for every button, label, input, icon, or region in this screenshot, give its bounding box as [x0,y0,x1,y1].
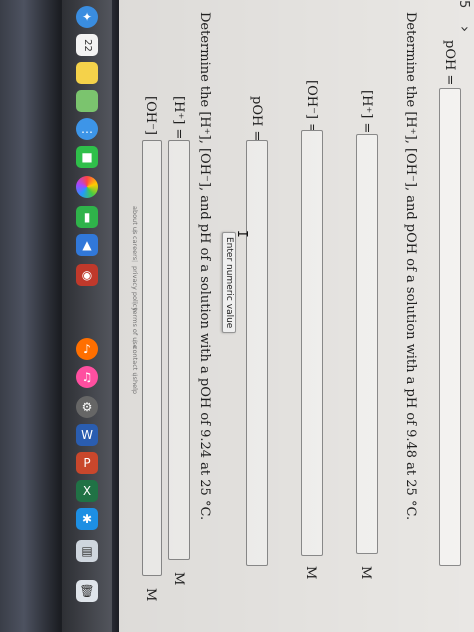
q1-h-unit: M [358,566,373,580]
music-icon[interactable]: ♫ [76,366,98,388]
q1-h-label: [H⁺] = [359,90,374,134]
question-number: 5 [456,0,471,9]
keynote-icon[interactable]: ▲ [76,234,98,256]
safari-icon[interactable]: ✦ [76,6,98,28]
notes-icon[interactable] [76,62,98,84]
q1-prompt: Determine the [H⁺], [OH⁻], and pOH of a … [403,12,418,521]
question-nav: 5 › [454,0,474,60]
itunes-icon[interactable]: ♪ [76,338,98,360]
preview-icon[interactable]: ▤ [76,540,98,562]
assignment-page: 5 › pOH = Determine the [H⁺], [OH⁻], and… [119,0,474,632]
messages-icon[interactable]: … [76,118,98,140]
q1-oh-input[interactable] [301,130,323,556]
q2-oh-unit: M [143,588,158,602]
next-question-chevron-icon[interactable]: › [456,26,474,32]
q2-h-input[interactable] [168,140,190,560]
q1-poh2-input[interactable] [246,140,268,566]
footer-help[interactable]: help [131,380,139,394]
q1-poh-input[interactable] [439,88,461,566]
q2-prompt: Determine the [H⁺], [OH⁻], and pH of a s… [197,12,212,521]
word-icon[interactable]: W [76,424,98,446]
text-cursor-ibeam-icon: I [234,230,249,238]
facetime-icon[interactable]: ■ [76,146,98,168]
numbers-icon[interactable]: ▮ [76,206,98,228]
q1-oh-label: [OH⁻] = [304,80,319,135]
app-store-icon[interactable]: ✱ [76,508,98,530]
q1-oh-unit: M [303,566,318,580]
dock: ✦ 22 … ■ ▮ ▲ ◉ ♪ ♫ ⚙ W P X ✱ ▤ 🗑 [62,0,112,632]
footer-links: about us | careers | privacy policy | te… [131,206,139,395]
trash-icon[interactable]: 🗑 [76,580,98,602]
q2-oh-input[interactable] [142,140,162,576]
q2-h-unit: M [171,572,186,586]
calendar-icon[interactable]: 22 [76,34,98,56]
calendar-day: 22 [81,38,93,52]
q2-h-label: [H⁺] = [171,96,186,140]
system-preferences-icon[interactable]: ⚙ [76,396,98,418]
powerpoint-icon[interactable]: P [76,452,98,474]
numeric-tooltip: Enter numeric value [222,232,236,334]
photo-booth-icon[interactable]: ◉ [76,264,98,286]
q1-h-input[interactable] [356,134,378,554]
footer-privacy[interactable]: privacy policy [131,266,139,311]
q1-poh2-label: pOH = [249,96,264,142]
maps-icon[interactable] [76,90,98,112]
excel-icon[interactable]: X [76,480,98,502]
footer-careers[interactable]: careers [131,236,139,260]
footer-terms[interactable]: terms of use [131,308,139,349]
q1-poh-label: pOH = [442,40,457,86]
photos-icon[interactable] [76,176,98,198]
